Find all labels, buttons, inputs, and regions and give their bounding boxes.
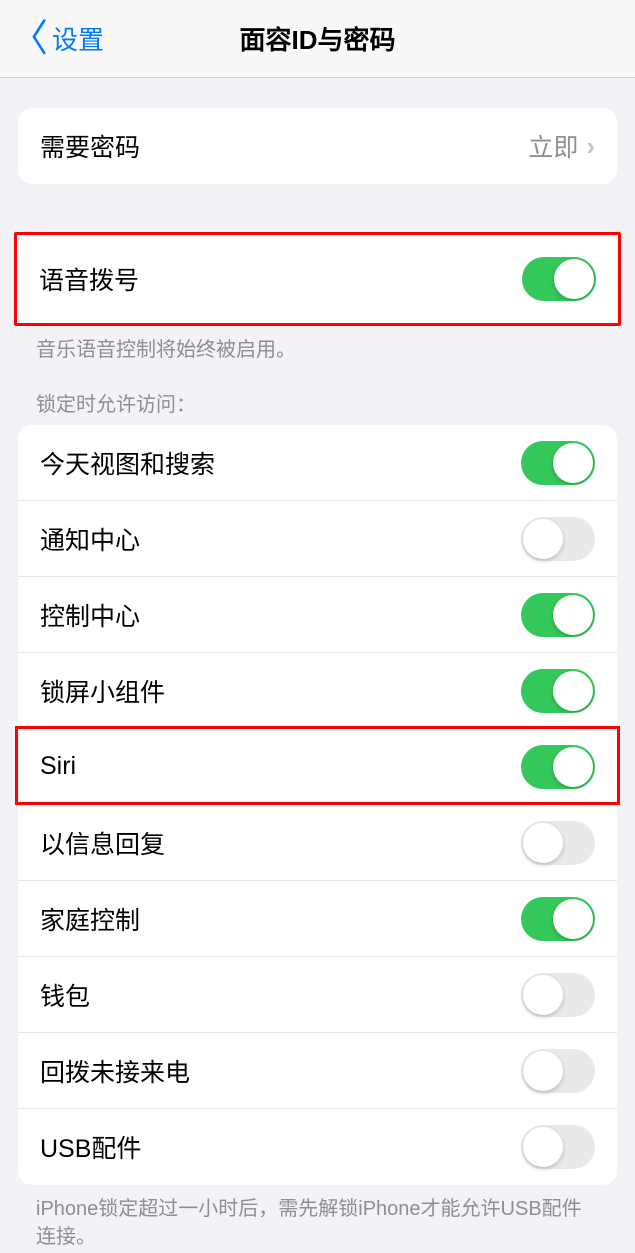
lock-access-label: 钱包 <box>40 977 90 1013</box>
lock-access-label: 今天视图和搜索 <box>40 445 215 481</box>
voice-dial-label: 语音拨号 <box>39 261 139 297</box>
voice-dial-footer: 音乐语音控制将始终被启用。 <box>0 326 635 364</box>
voice-dial-highlight: 语音拨号 <box>14 232 621 326</box>
lock-access-toggle[interactable] <box>521 593 595 637</box>
lock-access-toggle[interactable] <box>521 669 595 713</box>
lock-access-label: 回拨未接来电 <box>40 1053 190 1089</box>
require-passcode-value: 立即 <box>528 128 578 164</box>
page-title: 面容ID与密码 <box>239 20 395 57</box>
lock-access-row: 今天视图和搜索 <box>18 425 617 501</box>
back-label: 设置 <box>52 20 104 57</box>
navigation-bar: 〈 设置 面容ID与密码 <box>0 0 635 78</box>
lock-access-label: 锁屏小组件 <box>40 673 165 709</box>
lock-access-label: USB配件 <box>40 1129 141 1165</box>
lock-access-toggle[interactable] <box>521 1125 595 1169</box>
lock-access-footer: iPhone锁定超过一小时后，需先解锁iPhone才能允许USB配件连接。 <box>0 1185 635 1251</box>
chevron-left-icon: 〈 <box>10 20 48 58</box>
lock-access-header: 锁定时允许访问： <box>0 364 635 425</box>
lock-access-label: 控制中心 <box>40 597 140 633</box>
lock-access-toggle[interactable] <box>521 745 595 789</box>
lock-access-group: 今天视图和搜索通知中心控制中心锁屏小组件 Siri 以信息回复家庭控制钱包回拨未接来… <box>18 425 617 1185</box>
require-passcode-row[interactable]: 需要密码 立即 › <box>18 108 617 184</box>
lock-access-label: Siri <box>40 752 76 781</box>
voice-dial-row: 语音拨号 <box>17 235 618 323</box>
lock-access-toggle[interactable] <box>521 821 595 865</box>
lock-access-row: 以信息回复 <box>18 805 617 881</box>
lock-access-toggle[interactable] <box>521 897 595 941</box>
lock-access-label: 家庭控制 <box>40 901 140 937</box>
lock-access-row: 锁屏小组件 <box>18 653 617 729</box>
require-passcode-group: 需要密码 立即 › <box>18 108 617 184</box>
voice-dial-toggle[interactable] <box>522 257 596 301</box>
lock-access-toggle[interactable] <box>521 441 595 485</box>
lock-access-row: 家庭控制 <box>18 881 617 957</box>
lock-access-toggle[interactable] <box>521 517 595 561</box>
lock-access-row: 通知中心 <box>18 501 617 577</box>
lock-access-row: 钱包 <box>18 957 617 1033</box>
lock-access-label: 以信息回复 <box>40 825 165 861</box>
lock-access-toggle[interactable] <box>521 973 595 1017</box>
chevron-right-icon: › <box>586 131 595 162</box>
lock-access-row: 控制中心 <box>18 577 617 653</box>
require-passcode-label: 需要密码 <box>40 128 140 164</box>
lock-access-row: USB配件 <box>18 1109 617 1185</box>
back-button[interactable]: 〈 设置 <box>10 20 104 58</box>
lock-access-row: 回拨未接来电 <box>18 1033 617 1109</box>
lock-access-label: 通知中心 <box>40 521 140 557</box>
lock-access-row: Siri <box>18 729 617 805</box>
lock-access-toggle[interactable] <box>521 1049 595 1093</box>
